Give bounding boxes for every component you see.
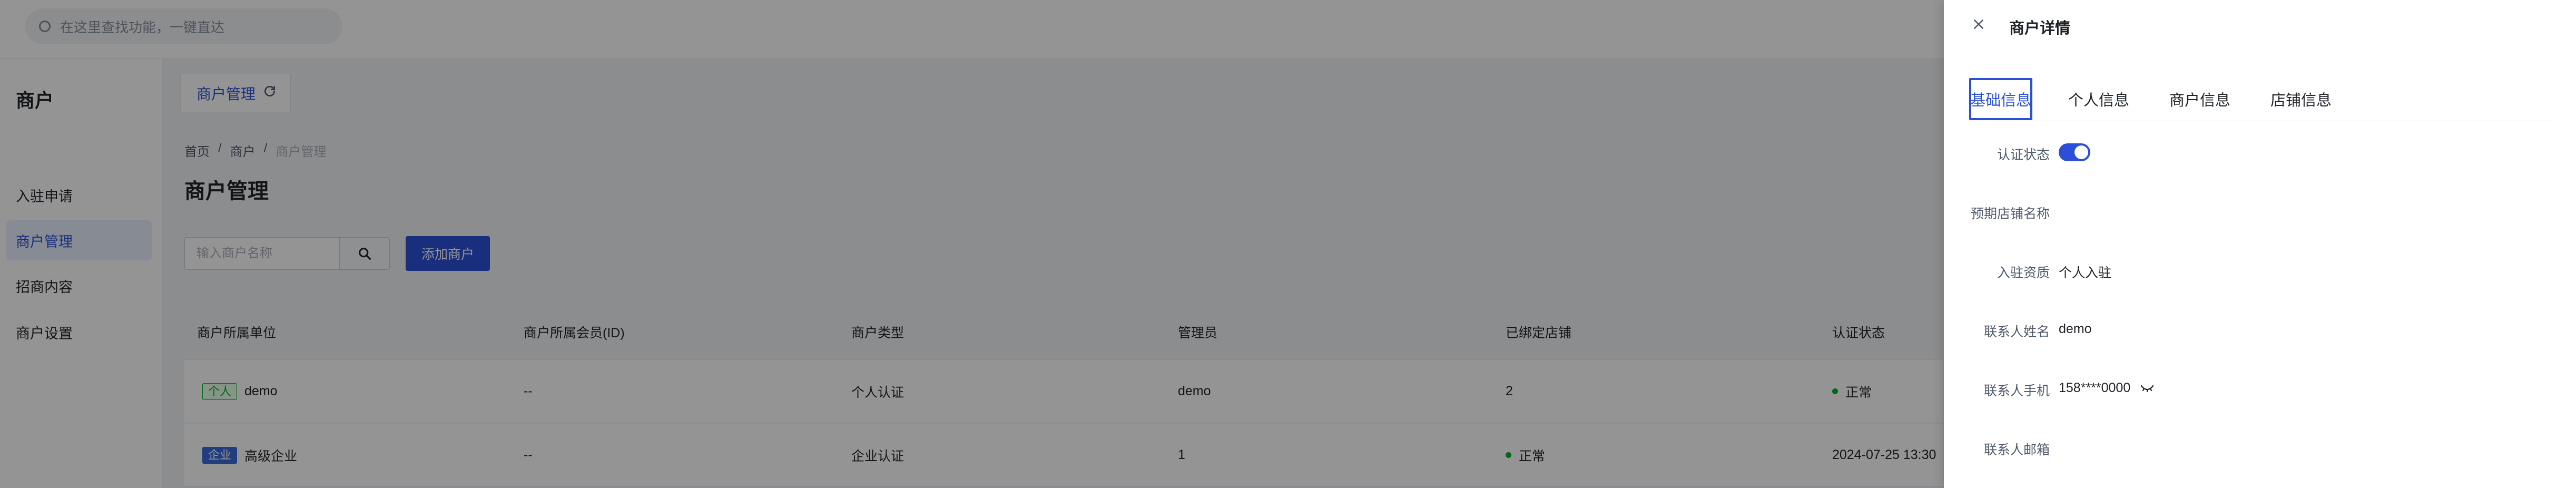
cert-status-toggle[interactable] [2059, 143, 2090, 161]
contact-name-label: 联系人姓名 [1983, 325, 2050, 339]
tab-basic-info[interactable]: 基础信息 [1969, 78, 2033, 120]
tab-personal-info[interactable]: 个人信息 [2068, 78, 2129, 120]
close-icon [1974, 19, 1983, 29]
toggle-knob [2074, 145, 2088, 159]
contact-phone-label: 联系人手机 [1983, 384, 2050, 398]
modal-mask[interactable] [0, 0, 1944, 488]
drawer-tabs: 基础信息 个人信息 商户信息 店铺信息 [1969, 78, 2554, 121]
qualification-label: 入驻资质 [1997, 266, 2050, 280]
shop-name-label: 预期店铺名称 [1970, 207, 2050, 221]
close-button[interactable] [1969, 15, 1988, 34]
cert-status-label: 认证状态 [1997, 148, 2050, 162]
contact-name-value: demo [2059, 321, 2092, 336]
contact-phone-value: 158****0000 [2059, 380, 2131, 395]
qualification-value: 个人入驻 [2059, 266, 2112, 280]
drawer-title: 商户详情 [2009, 20, 2071, 37]
tab-shop-info[interactable]: 店铺信息 [2270, 78, 2332, 120]
eye-closed-icon[interactable] [2140, 380, 2155, 396]
contact-email-label: 联系人邮箱 [1983, 443, 2050, 457]
tab-merchant-info[interactable]: 商户信息 [2169, 78, 2230, 120]
merchant-detail-drawer: 商户详情 基础信息 个人信息 商户信息 店铺信息 认证状态 预期店铺名称 入驻资… [1944, 0, 2576, 488]
app-root: 在这里查找功能，一键直达 商户 入驻申请 商户管理 招商内容 商户设置 商户管理… [0, 0, 2576, 488]
contact-phone-row: 158****0000 [2059, 380, 2155, 396]
